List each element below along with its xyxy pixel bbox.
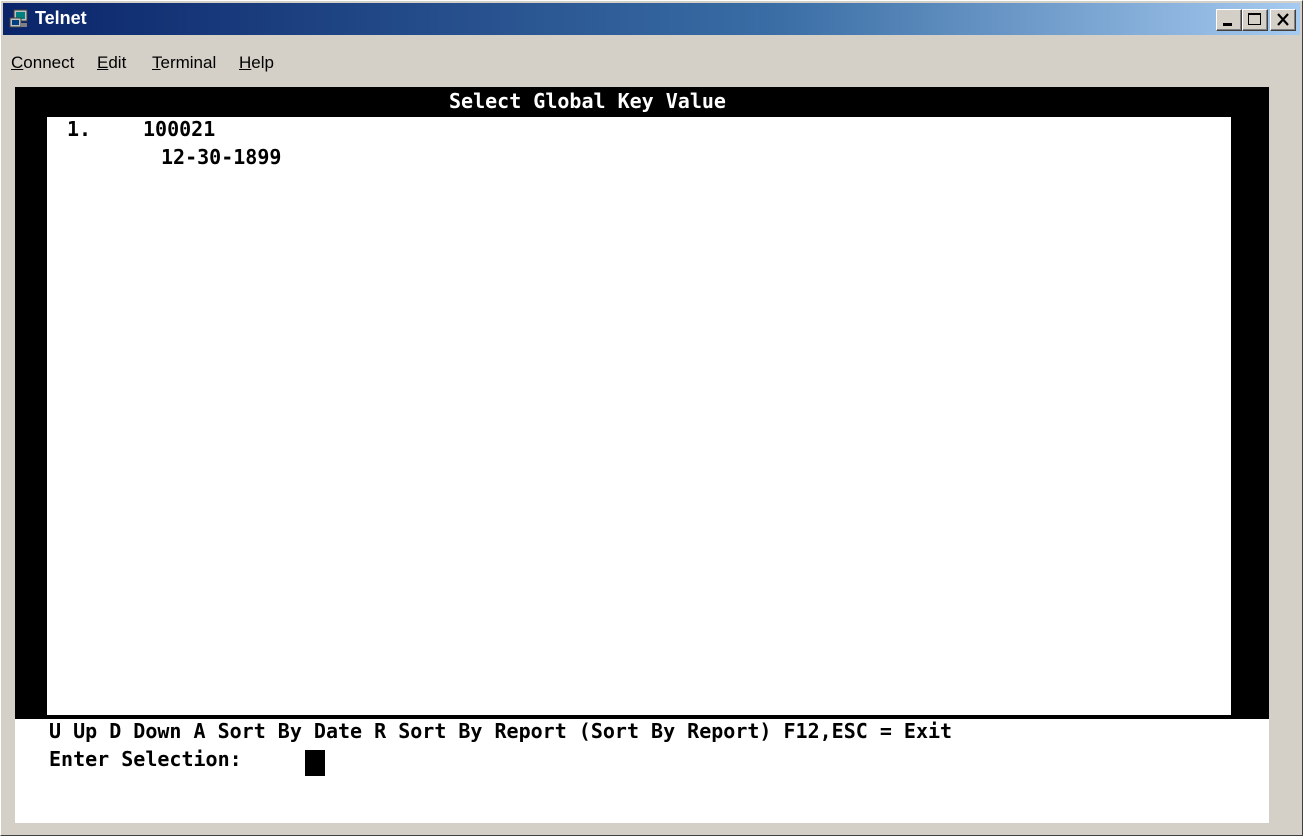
terminal-screen[interactable]: Select Global Key Value 1. 100021 12-30-… xyxy=(15,87,1269,823)
menu-edit-mnemonic: E xyxy=(97,53,109,72)
menu-terminal[interactable]: Terminal xyxy=(152,53,216,73)
menu-help-label: elp xyxy=(251,53,274,72)
menu-terminal-mnemonic: T xyxy=(152,53,161,72)
window-title: Telnet xyxy=(35,8,87,28)
menu-connect-mnemonic: C xyxy=(11,53,24,72)
menu-bar: Connect Edit Terminal Help xyxy=(3,37,1300,85)
terminal-list-area xyxy=(47,117,1231,715)
menu-edit-label: dit xyxy=(108,53,127,72)
text-cursor[interactable] xyxy=(305,750,325,776)
screen-header: Select Global Key Value xyxy=(449,89,726,113)
menu-connect[interactable]: Connect xyxy=(11,53,74,73)
menu-edit[interactable]: Edit xyxy=(97,53,126,73)
menu-terminal-label: erminal xyxy=(160,53,217,72)
close-icon xyxy=(1277,13,1289,26)
close-button[interactable] xyxy=(1270,9,1296,31)
command-help-line: U Up D Down A Sort By Date R Sort By Rep… xyxy=(49,719,953,743)
viewing-status: Viewing -9 Thru 0 of 721 xyxy=(49,691,338,715)
list-item-date: 12-30-1899 xyxy=(161,145,282,169)
telnet-window: Telnet Connect Edit Terminal Help Select… xyxy=(0,0,1303,836)
menu-help-mnemonic: H xyxy=(239,53,252,72)
menu-connect-label: onnect xyxy=(23,53,75,72)
minimize-button[interactable] xyxy=(1216,9,1242,31)
maximize-button[interactable] xyxy=(1242,9,1268,31)
maximize-icon xyxy=(1248,13,1261,25)
title-bar[interactable]: Telnet xyxy=(3,3,1300,35)
list-item-key-value[interactable]: 100021 xyxy=(143,117,215,141)
list-item-number: 1. xyxy=(67,117,92,141)
menu-help[interactable]: Help xyxy=(239,53,274,73)
minimize-icon xyxy=(1223,23,1232,26)
selection-prompt: Enter Selection: xyxy=(49,747,242,771)
telnet-terminal-icon[interactable] xyxy=(9,9,29,29)
window-right-edge xyxy=(1269,87,1300,823)
